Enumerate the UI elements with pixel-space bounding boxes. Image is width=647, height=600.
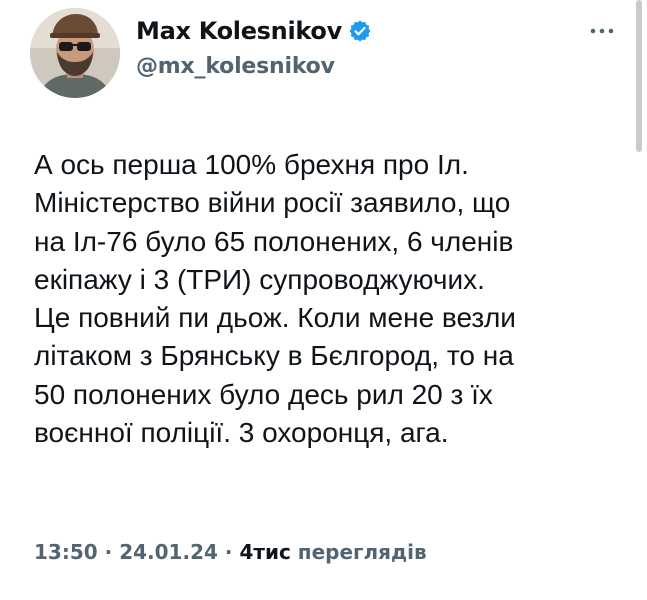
meta-separator: · bbox=[217, 540, 240, 564]
author-handle[interactable]: @mx_kolesnikov bbox=[136, 54, 335, 79]
verified-badge-icon bbox=[348, 19, 372, 43]
meta-separator: · bbox=[97, 540, 120, 564]
views-count: 4тис bbox=[239, 540, 291, 564]
author-display-name[interactable]: Max Kolesnikov bbox=[136, 17, 342, 45]
scrollbar-thumb[interactable] bbox=[636, 0, 642, 152]
author-avatar[interactable] bbox=[30, 8, 120, 98]
tweet-date[interactable]: 24.01.24 bbox=[119, 540, 218, 564]
avatar-photo-icon bbox=[30, 8, 120, 98]
author-name-row: Max Kolesnikov bbox=[136, 14, 372, 48]
tweet-metadata: 13:50 · 24.01.24 · 4тис переглядів bbox=[34, 540, 427, 564]
views-label: переглядів bbox=[290, 540, 427, 564]
tweet-text: А ось перша 100% брехня про Іл. Міністер… bbox=[34, 149, 516, 449]
more-horizontal-icon[interactable] bbox=[588, 22, 616, 34]
tweet-time[interactable]: 13:50 bbox=[34, 540, 98, 564]
tweet-card: Max Kolesnikov @mx_kolesnikov А ось перш… bbox=[0, 0, 647, 600]
